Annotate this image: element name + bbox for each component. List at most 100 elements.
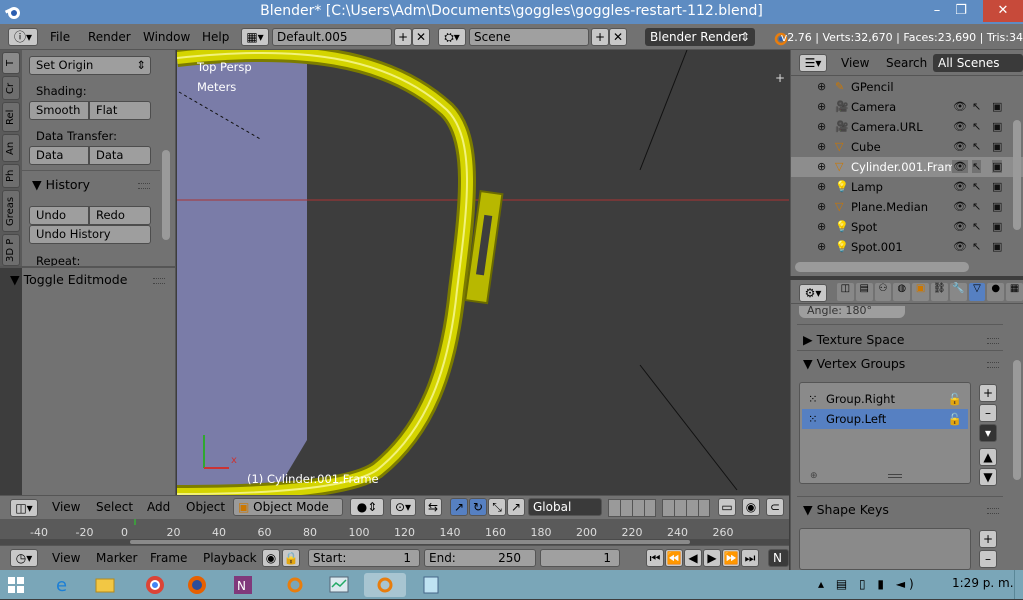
transform-orientation-select[interactable]: Global bbox=[528, 498, 602, 516]
outliner-item-name[interactable]: Lamp bbox=[851, 180, 883, 194]
end-frame-field[interactable]: End: 250 bbox=[424, 549, 536, 567]
outliner-item-name[interactable]: Spot.001 bbox=[851, 240, 903, 254]
jump-to-start-icon[interactable]: ⏮ bbox=[646, 549, 664, 567]
jump-to-end-icon[interactable]: ⏭ bbox=[741, 549, 759, 567]
notepad-icon[interactable] bbox=[416, 573, 446, 597]
expand-icon[interactable]: ⊕ bbox=[817, 120, 826, 133]
renderability-camera-icon[interactable]: ▣ bbox=[992, 140, 1003, 153]
render-preview-icon[interactable]: ◉ bbox=[742, 498, 760, 516]
renderability-camera-icon[interactable]: ▣ bbox=[992, 120, 1003, 133]
outliner-row[interactable]: ⊕ ▽ Cylinder.001.Frame 👁 ↖ ▣ bbox=[791, 157, 1023, 177]
undo-button[interactable]: Undo bbox=[29, 206, 89, 225]
angle-field[interactable]: Angle: 180° bbox=[799, 306, 905, 318]
outliner-item-name[interactable]: Cylinder.001.Frame bbox=[851, 160, 963, 174]
firefox-icon[interactable] bbox=[182, 573, 212, 597]
outliner-item-name[interactable]: Camera bbox=[851, 100, 896, 114]
blender-active-window-icon[interactable] bbox=[364, 573, 406, 597]
selectability-cursor-icon[interactable]: ↖ bbox=[972, 220, 982, 233]
visibility-eye-icon[interactable]: 👁 bbox=[952, 200, 968, 213]
selectability-cursor-icon[interactable]: ↖ bbox=[972, 180, 982, 193]
timeline-menu-view[interactable]: View bbox=[52, 551, 80, 565]
layer-lock-icon[interactable]: ▭ bbox=[718, 498, 736, 516]
translate-manipulator-icon[interactable]: ↗ bbox=[450, 498, 468, 516]
outliner-row[interactable]: ⊕ 💡 Spot 👁 ↖ ▣ bbox=[791, 217, 1023, 237]
renderability-camera-icon[interactable]: ▣ bbox=[992, 200, 1003, 213]
expand-icon[interactable]: ⊕ bbox=[817, 80, 826, 93]
vertex-group-list[interactable]: ⁙ Group.Right 🔓 ⁙ Group.Left 🔓 ⊕ bbox=[799, 382, 971, 484]
tab-animation[interactable]: An bbox=[2, 134, 20, 162]
render-tab-icon[interactable]: ◫ bbox=[837, 283, 854, 301]
scene-icon[interactable]: ⛭▾ bbox=[438, 28, 466, 46]
interaction-mode-select[interactable]: ▣ Object Mode bbox=[233, 498, 343, 516]
expand-icon[interactable]: ⊕ bbox=[817, 240, 826, 253]
timeline-ruler[interactable]: -40 -20 0 20 40 60 80 100 120 140 160 180 200 220 240 2… bbox=[0, 519, 789, 545]
scale-manipulator-icon[interactable]: ⤡ bbox=[488, 498, 506, 516]
outliner-item-name[interactable]: Camera.URL bbox=[851, 120, 923, 134]
view3d-menu-select[interactable]: Select bbox=[96, 500, 133, 514]
pivot-point-icon[interactable]: ⊙▾ bbox=[390, 498, 416, 516]
texture-space-panel-toggle[interactable]: ▶ Texture Space bbox=[803, 332, 904, 347]
selectability-cursor-icon[interactable]: ↖ bbox=[972, 120, 982, 133]
system-tray-icons[interactable]: ▴ ▤ ▯ ▮ ◄) bbox=[818, 577, 948, 593]
undo-history-button[interactable]: Undo History bbox=[29, 225, 151, 244]
data-layout-button[interactable]: Data Layo bbox=[89, 146, 151, 165]
outliner-item-name[interactable]: GPencil bbox=[851, 80, 894, 94]
3d-viewport[interactable]: Top Persp Meters (1) Cylinder.001.Frame … bbox=[177, 50, 789, 495]
menu-file[interactable]: File bbox=[50, 30, 70, 44]
preview-range-lock-icon[interactable]: 🔒 bbox=[282, 549, 300, 567]
view3d-menu-view[interactable]: View bbox=[52, 500, 80, 514]
visibility-eye-icon[interactable]: 👁 bbox=[952, 220, 968, 233]
close-button[interactable]: ✕ bbox=[983, 0, 1023, 22]
constraints-tab-icon[interactable]: ⛓ bbox=[930, 283, 948, 301]
viewport-shading-icon[interactable]: ●⇕ bbox=[350, 498, 384, 516]
outliner-menu-search[interactable]: Search bbox=[886, 56, 927, 70]
snap-manipulator-icon[interactable]: ↗ bbox=[507, 498, 525, 516]
vertex-group-specials-icon[interactable]: ▾ bbox=[979, 424, 997, 442]
panel-grip-icon[interactable] bbox=[987, 338, 999, 344]
outliner-row[interactable]: ⊕ 🎥 Camera 👁 ↖ ▣ bbox=[791, 97, 1023, 117]
expand-icon[interactable]: ⊕ bbox=[817, 200, 826, 213]
scene-layers-grid[interactable] bbox=[662, 499, 710, 517]
visibility-eye-icon[interactable]: 👁 bbox=[952, 140, 968, 153]
remove-vertex-group-icon[interactable]: – bbox=[979, 404, 997, 422]
editor-type-3dview-icon[interactable]: ◫▾ bbox=[10, 499, 38, 517]
chrome-icon[interactable] bbox=[140, 573, 170, 597]
view3d-menu-add[interactable]: Add bbox=[147, 500, 170, 514]
outliner-scope-select[interactable]: All Scenes bbox=[933, 54, 1023, 72]
expand-icon[interactable]: ⊕ bbox=[817, 160, 826, 173]
outliner-row[interactable]: ⊕ ✎ GPencil bbox=[791, 77, 1023, 97]
render-layers-tab-icon[interactable]: ▤ bbox=[855, 283, 873, 301]
modifiers-tab-icon[interactable]: 🔧 bbox=[949, 283, 967, 301]
editor-type-outliner-icon[interactable]: ☰▾ bbox=[799, 54, 827, 72]
world-tab-icon[interactable]: ◍ bbox=[893, 283, 911, 301]
data-tab-icon[interactable]: ▽ bbox=[968, 283, 986, 301]
properties-region-toggle-icon[interactable]: + bbox=[775, 72, 787, 84]
manipulator-toggle-icon[interactable]: ⇆ bbox=[424, 498, 442, 516]
scene-field[interactable]: Scene bbox=[469, 28, 589, 46]
maximize-button[interactable]: ❐ bbox=[946, 0, 976, 22]
delete-scene-icon[interactable]: ✕ bbox=[609, 28, 627, 46]
onenote-icon[interactable]: N bbox=[228, 573, 258, 597]
blender-taskbar-icon[interactable] bbox=[280, 573, 310, 597]
show-desktop-button[interactable] bbox=[1014, 570, 1023, 599]
vertex-groups-panel-toggle[interactable]: ▼ Vertex Groups bbox=[803, 356, 905, 371]
visibility-eye-icon[interactable]: 👁 bbox=[952, 120, 968, 133]
object-tab-icon[interactable]: ▣ bbox=[912, 283, 929, 301]
file-explorer-icon[interactable] bbox=[90, 573, 120, 597]
selectability-cursor-icon[interactable]: ↖ bbox=[972, 240, 982, 253]
outliner-item-name[interactable]: Plane.Median bbox=[851, 200, 928, 214]
vertex-group-row[interactable]: ⁙ Group.Right 🔓 bbox=[802, 389, 968, 409]
outliner-item-name[interactable]: Cube bbox=[851, 140, 881, 154]
expand-icon[interactable]: ⊕ bbox=[817, 220, 826, 233]
screen-layout-field[interactable]: Default.005 bbox=[272, 28, 392, 46]
editor-type-info-icon[interactable]: ⓘ▾ bbox=[8, 28, 38, 46]
add-shape-key-icon[interactable]: + bbox=[979, 530, 997, 548]
menu-help[interactable]: Help bbox=[202, 30, 229, 44]
renderability-camera-icon[interactable]: ▣ bbox=[992, 100, 1003, 113]
expand-icon[interactable]: ⊕ bbox=[817, 100, 826, 113]
redo-button[interactable]: Redo bbox=[89, 206, 151, 225]
snap-toggle-icon[interactable]: ⊂ bbox=[766, 498, 784, 516]
outliner-menu-view[interactable]: View bbox=[841, 56, 869, 70]
scene-layers-grid[interactable] bbox=[608, 499, 656, 517]
remove-shape-key-icon[interactable]: – bbox=[979, 550, 997, 568]
